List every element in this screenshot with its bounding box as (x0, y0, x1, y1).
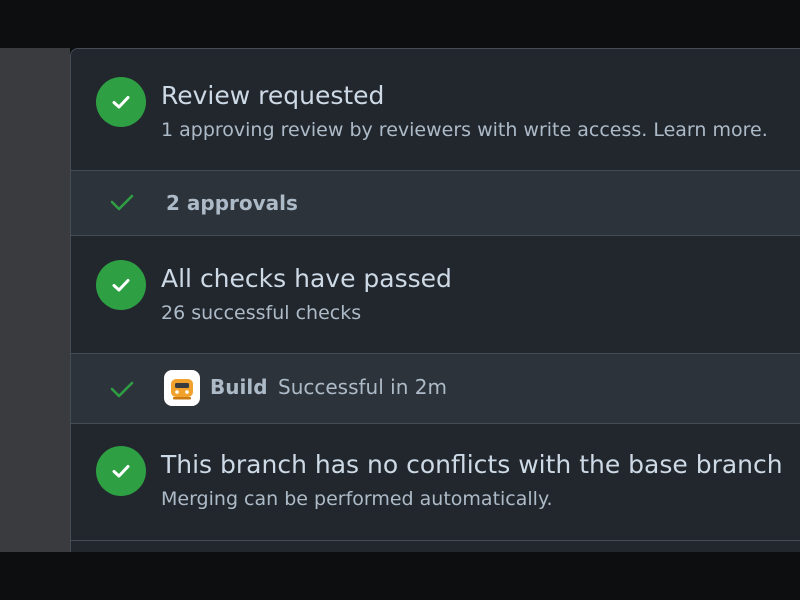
review-description[interactable]: 1 approving review by reviewers with wri… (161, 119, 768, 141)
review-title: Review requested (161, 81, 385, 110)
merge-status-box: Review requested 1 approving review by r… (70, 48, 800, 552)
checks-description: 26 successful checks (161, 302, 362, 324)
check-circle-icon (96, 446, 146, 496)
checks-title: All checks have passed (161, 264, 452, 293)
build-app-icon (164, 370, 200, 406)
approvals-label: 2 approvals (166, 191, 298, 215)
no-conflicts-section: This branch has no conflicts with the ba… (71, 424, 800, 541)
approvals-row[interactable]: 2 approvals (71, 171, 800, 236)
checks-passed-section: All checks have passed 26 successful che… (71, 236, 800, 354)
review-requested-section: Review requested 1 approving review by r… (71, 49, 800, 171)
conflicts-title: This branch has no conflicts with the ba… (161, 450, 783, 479)
build-name: Build (210, 375, 268, 399)
check-icon (109, 191, 135, 217)
build-check-row[interactable]: Build Successful in 2m (71, 354, 800, 424)
check-circle-icon (96, 260, 146, 310)
conflicts-description: Merging can be performed automatically. (161, 488, 553, 510)
check-circle-icon (96, 77, 146, 127)
build-status: Successful in 2m (278, 375, 447, 399)
check-icon (109, 378, 135, 404)
side-panel (0, 48, 70, 552)
